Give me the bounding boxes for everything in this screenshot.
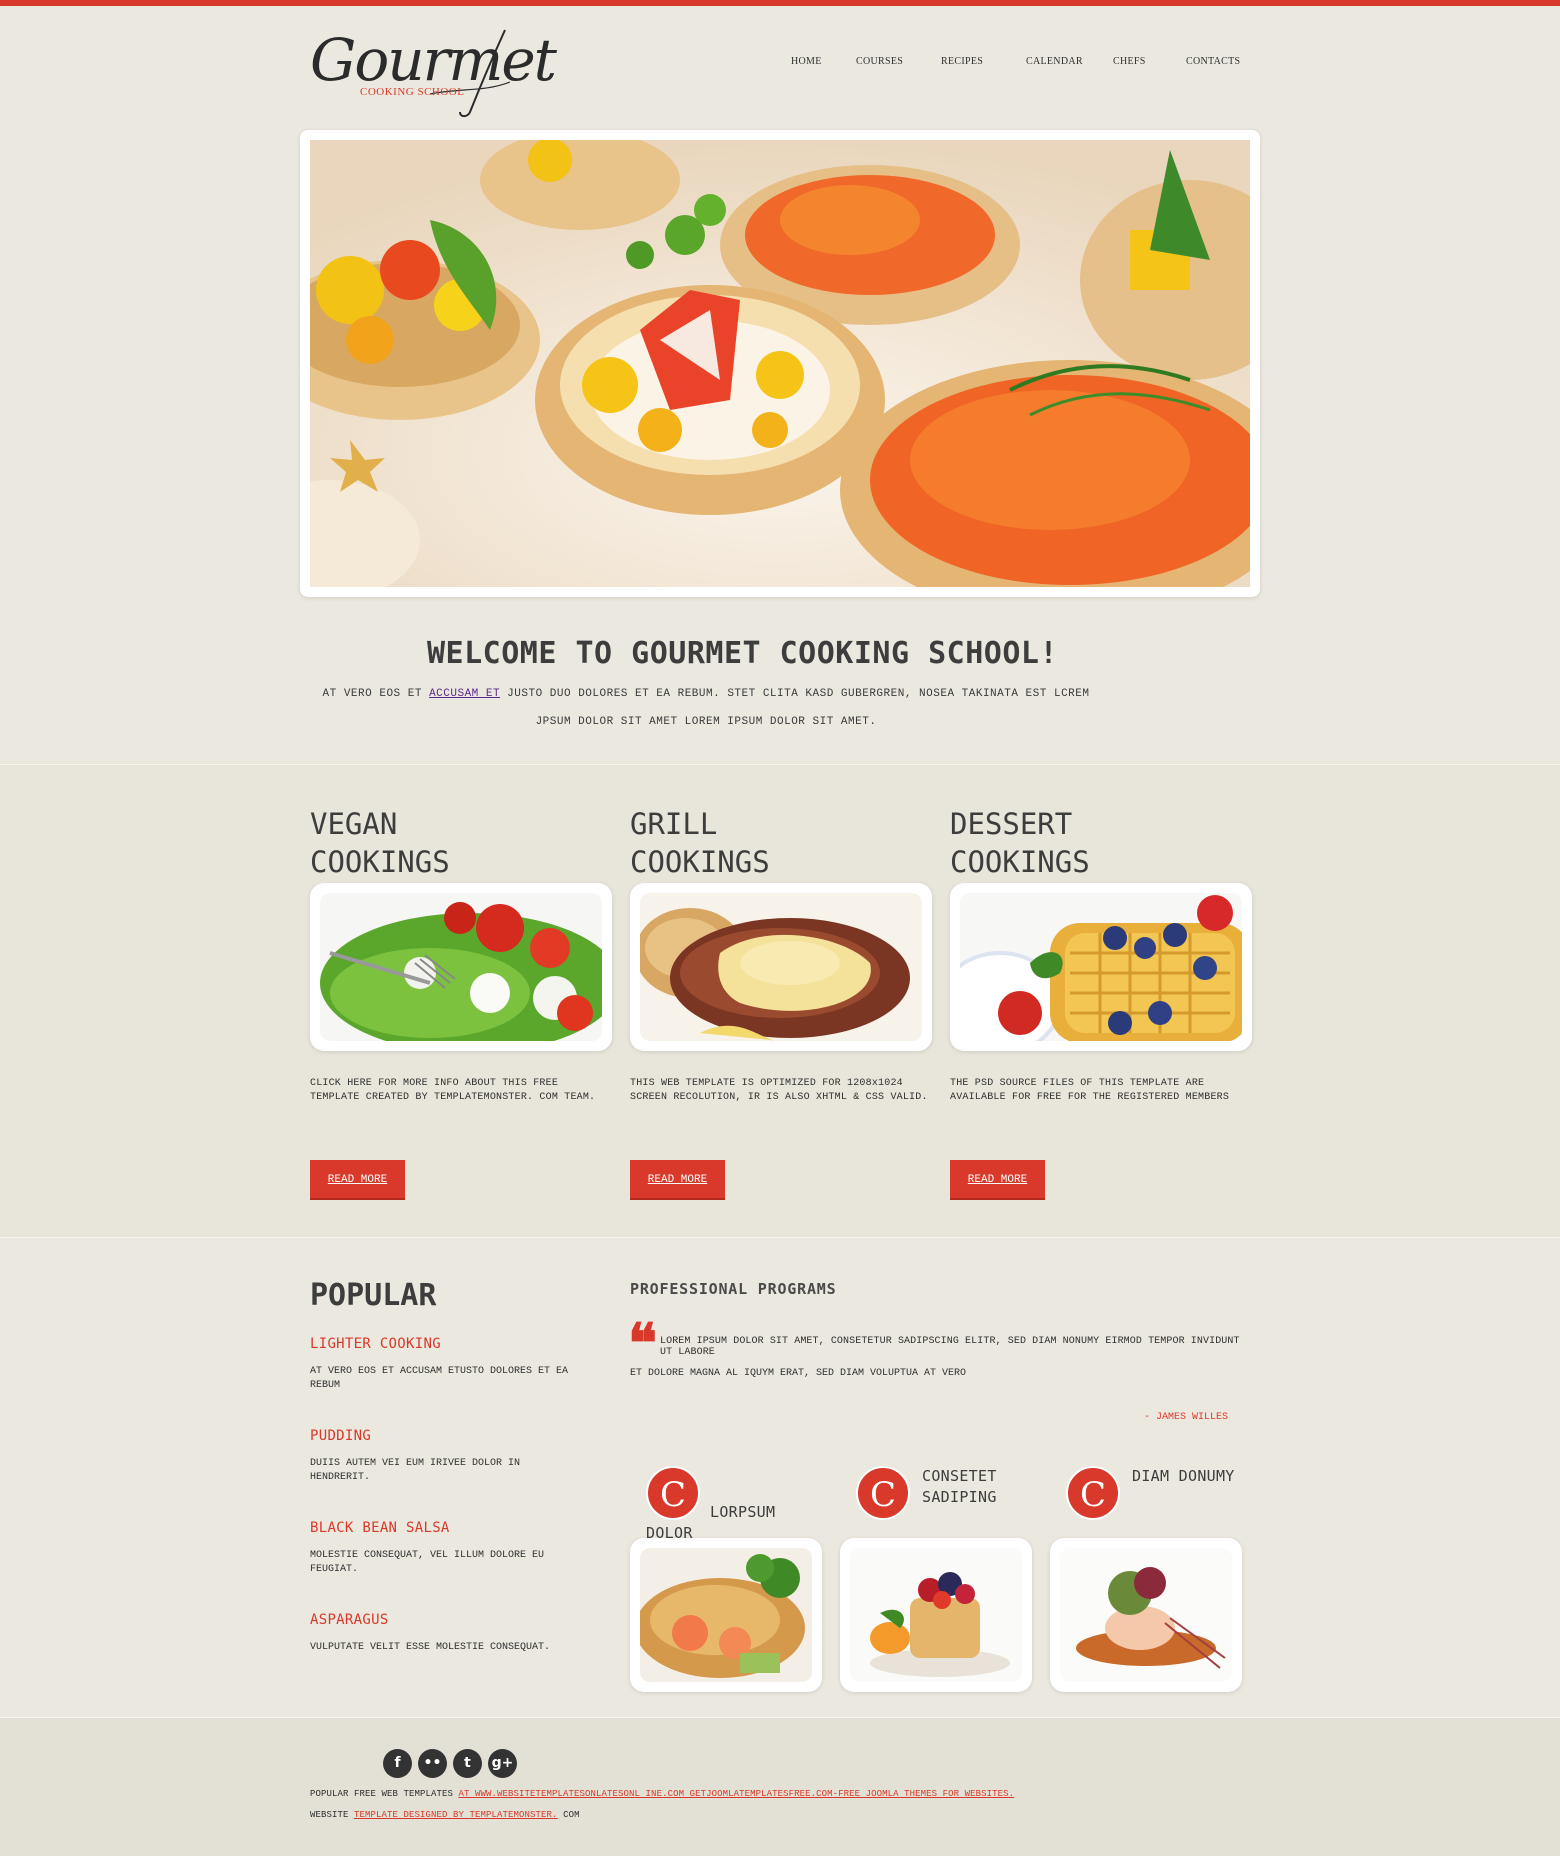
popular-item-text: VULPUTATE VELIT ESSE MOLESTIE CONSEQUAT.	[310, 1642, 551, 1653]
program-image-frame[interactable]	[630, 1538, 822, 1692]
program-seafood-image	[1060, 1548, 1232, 1682]
nav-recipes[interactable]: RECIPES	[941, 56, 983, 67]
logo[interactable]: Gourmet COOKING SCHOOL	[310, 22, 557, 122]
popular-title: POPULAR	[310, 1278, 437, 1313]
logo-text: Gourmet	[310, 26, 557, 94]
program-badge: C	[1066, 1466, 1120, 1520]
hero-slider[interactable]	[300, 130, 1260, 597]
welcome-text-start: AT VERO EOS ET	[322, 688, 430, 700]
social-links: f •• t g+	[383, 1749, 517, 1778]
program-badge: C	[856, 1466, 910, 1520]
card-title-line2: COOKINGS	[310, 845, 450, 879]
facebook-icon[interactable]: f	[383, 1749, 412, 1778]
logo-subtitle: COOKING SCHOOL	[360, 86, 465, 98]
card-title: DESSERT COOKINGS	[950, 805, 1252, 881]
vegan-cookings-card: VEGAN COOKINGS CLICK HERE FOR MORE INFO A…	[310, 805, 612, 1200]
nav-contacts[interactable]: CONTACTS	[1186, 56, 1240, 67]
dessert-waffle-image	[960, 893, 1242, 1041]
footer-designer-link[interactable]: TEMPLATE DESIGNED BY TEMPLATEMONSTER.	[354, 1810, 558, 1820]
welcome-text-end: JUSTO DUO DOLORES ET EA REBUM. STET CLIT…	[500, 688, 1090, 728]
popular-item-link[interactable]: ASPARAGUS	[310, 1612, 389, 1628]
card-text: THIS WEB TEMPLATE IS OPTIMIZED FOR 1208x…	[630, 1078, 928, 1103]
footer-templates-link[interactable]: AT WWW.WEBSITETEMPLATESONLATESONL INE.CO…	[459, 1789, 1015, 1799]
popular-item: BLACK BEAN SALSA MOLESTIE CONSEQUAT, VEL…	[310, 1520, 580, 1577]
popular-item-link[interactable]: BLACK BEAN SALSA	[310, 1520, 450, 1536]
program-label-line1: DIAM DONUMY	[1132, 1467, 1235, 1485]
program-label-line1: CONSETET	[922, 1467, 997, 1485]
popular-item-text: MOLESTIE CONSEQUAT, VEL ILLUM DOLORE EU …	[310, 1550, 545, 1575]
card-title-line1: GRILL	[630, 807, 718, 841]
nav-home[interactable]: HOME	[791, 56, 822, 67]
program-image-frame[interactable]	[840, 1538, 1032, 1692]
nav-chefs[interactable]: CHEFS	[1113, 56, 1146, 67]
card-image-frame[interactable]	[310, 883, 612, 1051]
grill-steak-image	[640, 893, 922, 1041]
read-more-button[interactable]: READ MORE	[630, 1160, 725, 1200]
programs-title: PROFESSIONAL PROGRAMS	[630, 1280, 837, 1298]
read-more-button[interactable]: READ MORE	[310, 1160, 405, 1200]
quote-icon: ❝	[628, 1311, 658, 1375]
quote-text-line2: ET DOLORE MAGNA AL IQUYM ERAT, SED DIAM …	[630, 1368, 967, 1379]
popular-item: LIGHTER COOKING AT VERO EOS ET ACCUSAM E…	[310, 1336, 580, 1393]
card-title-line1: DESSERT	[950, 807, 1073, 841]
popular-item-text: DUIIS AUTEM VEI EUM IRIVEE DOLOR IN HEND…	[310, 1458, 521, 1483]
card-text: THE PSD SOURCE FILES OF THIS TEMPLATE AR…	[950, 1078, 1230, 1103]
google-plus-icon[interactable]: g+	[488, 1749, 517, 1778]
card-title-line2: COOKINGS	[950, 845, 1090, 879]
popular-item-link[interactable]: PUDDING	[310, 1428, 371, 1444]
vegan-salad-image	[320, 893, 602, 1041]
quote-author: - JAMES WILLES	[1143, 1412, 1228, 1423]
read-more-button[interactable]: READ MORE	[950, 1160, 1045, 1200]
flickr-icon[interactable]: ••	[418, 1749, 447, 1778]
program-image-frame[interactable]	[1050, 1538, 1242, 1692]
card-image-frame[interactable]	[950, 883, 1252, 1051]
dessert-cookings-card: DESSERT COOKINGS THE PSD SOURCE FILES OF …	[950, 805, 1252, 1200]
card-title-line1: VEGAN	[310, 807, 398, 841]
footer-line-2: WEBSITE TEMPLATE DESIGNED BY TEMPLATEMON…	[310, 1810, 580, 1820]
footer-line-2-end: COM	[557, 1810, 580, 1820]
popular-item: ASPARAGUS VULPUTATE VELIT ESSE MOLESTIE …	[310, 1612, 580, 1655]
footer-band	[0, 1717, 1560, 1856]
welcome-link[interactable]: ACCUSAM ET	[429, 688, 500, 700]
footer-line-2-text: WEBSITE	[310, 1810, 355, 1820]
card-title: GRILL COOKINGS	[630, 805, 932, 881]
card-text: CLICK HERE FOR MORE INFO ABOUT THIS FREE…	[310, 1078, 596, 1103]
nav-calendar[interactable]: CALENDAR	[1026, 56, 1083, 67]
quote-text-line1: LOREM IPSUM DOLOR SIT AMET, CONSETETUR S…	[660, 1336, 1240, 1358]
card-title-line2: COOKINGS	[630, 845, 770, 879]
footer-line-1-text: POPULAR FREE WEB TEMPLATES	[310, 1789, 459, 1799]
popular-item-text: AT VERO EOS ET ACCUSAM ETUSTO DOLORES ET…	[310, 1366, 569, 1391]
welcome-title: WELCOME TO GOURMET COOKING SCHOOL!	[426, 636, 1059, 671]
program-tart-image	[850, 1548, 1022, 1682]
card-image-frame[interactable]	[630, 883, 932, 1051]
popular-item: PUDDING DUIIS AUTEM VEI EUM IRIVEE DOLOR…	[310, 1428, 580, 1485]
program-label-line1: LORPSUM	[710, 1503, 776, 1521]
nav-courses[interactable]: COURSES	[856, 56, 903, 67]
program-shrimp-image	[640, 1548, 812, 1682]
program-label-line2: SADIPING	[922, 1488, 997, 1506]
footer-line-1: POPULAR FREE WEB TEMPLATES AT WWW.WEBSIT…	[310, 1789, 1014, 1799]
twitter-icon[interactable]: t	[453, 1749, 482, 1778]
popular-item-link[interactable]: LIGHTER COOKING	[310, 1336, 441, 1352]
top-accent-bar	[0, 0, 1560, 6]
hero-image	[310, 140, 1250, 587]
grill-cookings-card: GRILL COOKINGS THIS WEB TEMPLATE IS OPTIM…	[630, 805, 932, 1200]
welcome-text: AT VERO EOS ET ACCUSAM ET JUSTO DUO DOLO…	[306, 680, 1106, 736]
card-title: VEGAN COOKINGS	[310, 805, 612, 881]
program-badge: C	[646, 1466, 700, 1520]
